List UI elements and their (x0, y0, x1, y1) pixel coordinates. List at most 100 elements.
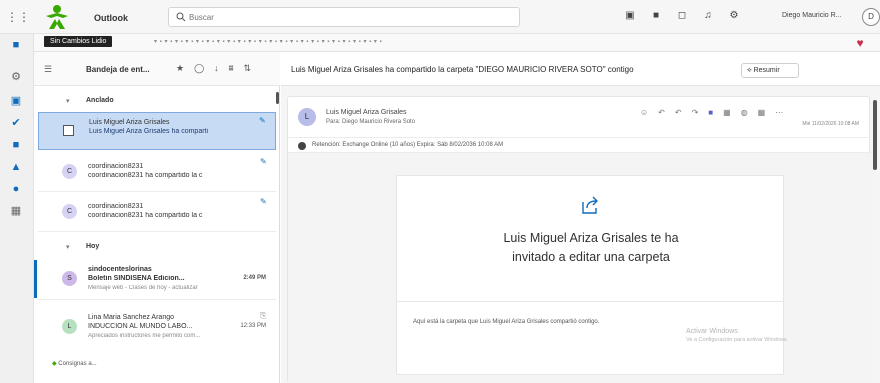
message-subject: Luis Miguel Ariza Grisales ha comparti (89, 128, 209, 135)
apps-icon[interactable]: ▦ (723, 108, 731, 117)
reading-pane-scrollbar[interactable] (873, 100, 877, 170)
recipient-line: Para: Diego Mauricio Rivera Soto (326, 119, 416, 125)
reply-all-icon[interactable]: ↶ (675, 108, 682, 117)
message-list: ▾ Anclado Luis Miguel Ariza Grisales Lui… (34, 86, 280, 383)
message-sender: Luis Miguel Ariza Grisales (89, 119, 170, 126)
select-checkbox[interactable] (63, 125, 74, 136)
pin-icon[interactable]: ✎ (259, 117, 267, 125)
group-label: Hoy (86, 243, 100, 250)
chevron-down-icon: ▾ (66, 98, 70, 105)
copilot-icon[interactable]: ◍ (741, 108, 748, 117)
sena-logo (46, 5, 68, 29)
people-app-icon[interactable]: ▣ (9, 94, 23, 108)
onedrive-app-icon[interactable]: ▲ (9, 160, 23, 174)
sender-name[interactable]: Luis Miguel Ariza Grisales (326, 109, 407, 116)
navigation-menu-icon[interactable]: ☰ (44, 64, 54, 75)
teams-icon[interactable]: ■ (650, 10, 662, 22)
message-sender: Lina Maria Sanchez Arango (88, 314, 174, 321)
search-box[interactable] (168, 7, 520, 27)
select-mode-icon[interactable]: ◯ (194, 63, 204, 74)
list-item[interactable]: L Lina Maria Sanchez Arango INDUCCION AL… (38, 308, 276, 368)
chevron-down-icon: ▾ (66, 244, 70, 251)
todo-app-icon[interactable]: ✔ (9, 116, 23, 130)
account-name[interactable]: Diego Mauricio R... (782, 12, 842, 19)
grid-view-icon[interactable]: ▦ (758, 108, 766, 117)
attachment-icon: ⎘ (260, 311, 267, 320)
invite-title: Luis Miguel Ariza Grisales te ha invitad… (397, 229, 785, 267)
retention-icon (298, 142, 306, 150)
avatar: C (62, 164, 77, 179)
more-apps-icon[interactable]: ▦ (9, 204, 23, 218)
avatar: L (62, 319, 77, 334)
reactions-icon[interactable]: ☺ (640, 108, 648, 117)
app-launcher-icon[interactable]: ⋮⋮ (6, 11, 30, 23)
watermark-subtitle: Ve a Configuración para activar Windows. (686, 337, 789, 343)
teams-app-icon[interactable]: ● (9, 182, 23, 196)
email-subject: Luis Miguel Ariza Grisales ha compartido… (291, 65, 634, 74)
forward-icon[interactable]: ↷ (692, 108, 699, 117)
jump-to-icon[interactable]: ↓ (214, 63, 219, 74)
list-item[interactable]: C coordinacion8231 coordinacion8231 ha c… (38, 154, 276, 192)
files-app-icon[interactable]: ■ (9, 138, 23, 152)
tag-icon: ◆ (52, 361, 57, 367)
invite-description: Aquí está la carpeta que Luis Miguel Ari… (413, 319, 600, 325)
pin-icon[interactable]: ✎ (260, 198, 268, 206)
divider (397, 301, 785, 302)
calendar-app-icon[interactable]: ⚙ (9, 70, 23, 84)
ribbon-toolbar: Sin Cambios Lidio ▾ ▪ ▾ ▪ ▾ ▪ ▾ ▪ ▾ ▪ ▾ … (34, 34, 880, 52)
tips-icon[interactable]: ◻ (676, 10, 688, 22)
filter-icon[interactable]: ⩩ (229, 63, 234, 74)
group-header-today[interactable]: ▾ Hoy (34, 236, 279, 258)
windows-activation-watermark: Activar Windows Ve a Configuración para … (686, 327, 788, 345)
email-body: Luis Miguel Ariza Grisales te ha invitad… (288, 153, 871, 383)
favorite-star-icon[interactable]: ★ (176, 63, 184, 74)
app-rail: ■ ⚙ ▣ ✔ ■ ▲ ● ▦ (0, 34, 34, 383)
retention-bar: Retención: Exchange Online (10 años) Exp… (288, 137, 871, 153)
message-time: 12:33 PM (240, 323, 266, 329)
sort-icon[interactable]: ⇅ (243, 63, 251, 74)
reply-icon[interactable]: ↶ (658, 108, 665, 117)
invite-title-line: Luis Miguel Ariza Grisales te ha (503, 231, 679, 245)
folder-title[interactable]: Bandeja de ent... (86, 65, 150, 74)
message-time: 2:49 PM (243, 275, 266, 281)
search-icon (176, 12, 186, 22)
copilot-heart-icon[interactable]: ♥ (852, 35, 868, 51)
list-scrollbar[interactable] (276, 92, 279, 104)
list-item[interactable]: Luis Miguel Ariza Grisales Luis Miguel A… (38, 112, 276, 150)
message-sender: coordinacion8231 (88, 203, 144, 210)
mail-app-icon[interactable]: ■ (9, 38, 23, 52)
summarize-button[interactable]: ⟡ Resumir (741, 63, 799, 78)
email-card: L Luis Miguel Ariza Grisales Para: Diego… (287, 96, 871, 383)
app-name[interactable]: Outlook (94, 13, 128, 23)
message-subject: INDUCCION AL MUNDO LABO... (88, 323, 193, 330)
meet-now-icon[interactable]: ▣ (624, 10, 636, 22)
subject-bar: Luis Miguel Ariza Grisales ha compartido… (281, 52, 880, 86)
summarize-icon: ⟡ (747, 67, 752, 74)
sender-avatar[interactable]: L (298, 108, 316, 126)
invite-card: Luis Miguel Ariza Grisales te ha invitad… (396, 175, 785, 375)
group-header-pinned[interactable]: ▾ Anclado (34, 90, 279, 112)
email-date: Mié 11/02/2026 10:08 AM (802, 121, 859, 127)
pin-icon[interactable]: ✎ (260, 158, 268, 166)
teams-share-icon[interactable]: ■ (708, 108, 713, 117)
message-sender: sindocenteslorinas (88, 266, 152, 273)
message-list-header: ☰ Bandeja de ent... ★ ◯ ↓ ⩩ ⇅ (34, 52, 280, 86)
search-input[interactable] (189, 10, 509, 24)
settings-gear-icon[interactable]: ⚙ (728, 10, 740, 22)
more-options-icon[interactable]: ⋯ (775, 108, 783, 117)
share-folder-icon (582, 196, 598, 214)
category-tag[interactable]: ◆ Consignas a... (52, 360, 97, 367)
invite-title-line: invitado a editar una carpeta (512, 250, 670, 264)
message-subject: coordinacion8231 ha compartido la c (88, 172, 203, 179)
list-item[interactable]: C coordinacion8231 coordinacion8231 ha c… (38, 194, 276, 232)
message-sender: coordinacion8231 (88, 163, 144, 170)
ribbon-commands[interactable]: ▾ ▪ ▾ ▪ ▾ ▪ ▾ ▪ ▾ ▪ ▾ ▪ ▾ ▪ ▾ ▪ ▾ ▪ ▾ ▪ … (154, 38, 834, 47)
tag-label: Consignas a... (58, 361, 97, 367)
group-label: Anclado (86, 97, 114, 104)
list-item[interactable]: S sindocenteslorinas Boletin SINDISENA E… (34, 260, 276, 300)
avatar: C (62, 204, 77, 219)
account-avatar[interactable]: D (862, 8, 880, 26)
top-bar: ⋮⋮ Outlook ▣ ■ ◻ ♫ ⚙ Diego Mauricio R...… (0, 0, 880, 34)
summarize-label: Resumir (753, 67, 780, 74)
notifications-icon[interactable]: ♫ (702, 10, 714, 22)
